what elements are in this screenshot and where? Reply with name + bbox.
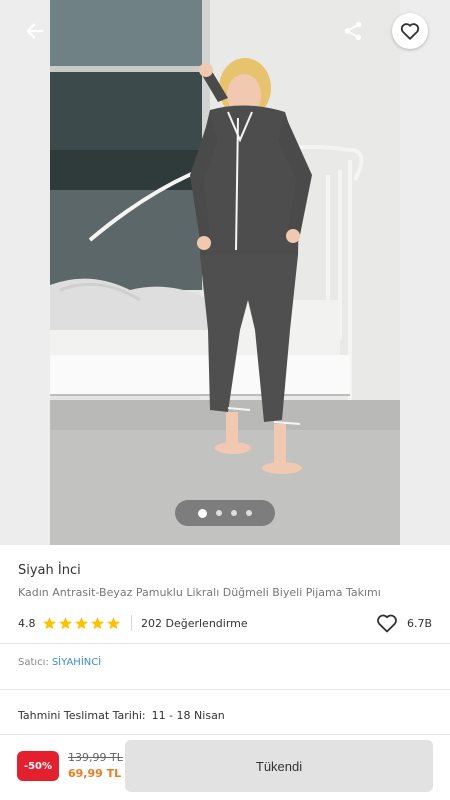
favorite-button[interactable] bbox=[392, 13, 428, 49]
image-pager-indicator[interactable] bbox=[175, 500, 275, 526]
star-icon bbox=[43, 616, 56, 629]
rating-value: 4.8 bbox=[18, 616, 36, 630]
star-icon bbox=[107, 616, 120, 629]
review-count-link[interactable]: 202 Değerlendirme bbox=[141, 617, 248, 630]
star-icon bbox=[91, 616, 104, 629]
pager-dot-active[interactable] bbox=[198, 508, 207, 518]
brand-name[interactable]: Siyah İnci bbox=[18, 563, 81, 578]
rating-row: 4.8 202 Değerlendirme 6.7B bbox=[18, 612, 432, 634]
share-button[interactable] bbox=[336, 14, 370, 48]
discount-badge: -50% bbox=[17, 751, 59, 781]
purchase-bar: -50% 139,99 TL 69,99 TL Tükendi bbox=[0, 734, 450, 800]
star-icon bbox=[75, 616, 88, 629]
divider bbox=[0, 689, 450, 690]
seller-info: Satıcı: SİYAHİNCİ bbox=[18, 657, 101, 668]
delivery-label: Tahmini Teslimat Tarihi: bbox=[18, 709, 146, 722]
product-photo[interactable] bbox=[50, 0, 400, 545]
seller-label: Satıcı: bbox=[18, 657, 49, 668]
discounted-price: 69,99 TL bbox=[68, 767, 122, 780]
favorite-count: 6.7B bbox=[406, 616, 432, 630]
sold-out-button[interactable]: Tükendi bbox=[125, 740, 433, 792]
product-image-gallery[interactable] bbox=[0, 0, 450, 545]
product-name: Kadın Antrasit-Beyaz Pamuklu Likralı Düğ… bbox=[18, 586, 381, 599]
delivery-estimate: Tahmini Teslimat Tarihi: 11 - 18 Nisan bbox=[18, 709, 225, 722]
favorite-count-button[interactable]: 6.7B bbox=[375, 611, 432, 635]
divider bbox=[0, 643, 450, 644]
divider bbox=[131, 615, 132, 631]
rating-stars bbox=[42, 616, 121, 631]
pager-dot[interactable] bbox=[216, 510, 222, 516]
original-price: 139,99 TL bbox=[68, 751, 123, 764]
star-icon bbox=[59, 616, 72, 629]
heart-outline-icon bbox=[377, 614, 397, 633]
pager-dot[interactable] bbox=[231, 510, 237, 516]
share-icon bbox=[344, 21, 362, 41]
arrow-left-icon bbox=[26, 23, 44, 39]
seller-link[interactable]: SİYAHİNCİ bbox=[52, 657, 101, 668]
heart-outline-icon bbox=[400, 23, 420, 40]
pager-dot[interactable] bbox=[246, 510, 252, 516]
back-button[interactable] bbox=[18, 14, 52, 48]
delivery-date: 11 - 18 Nisan bbox=[151, 709, 225, 722]
product-photo-illustration bbox=[50, 0, 400, 545]
